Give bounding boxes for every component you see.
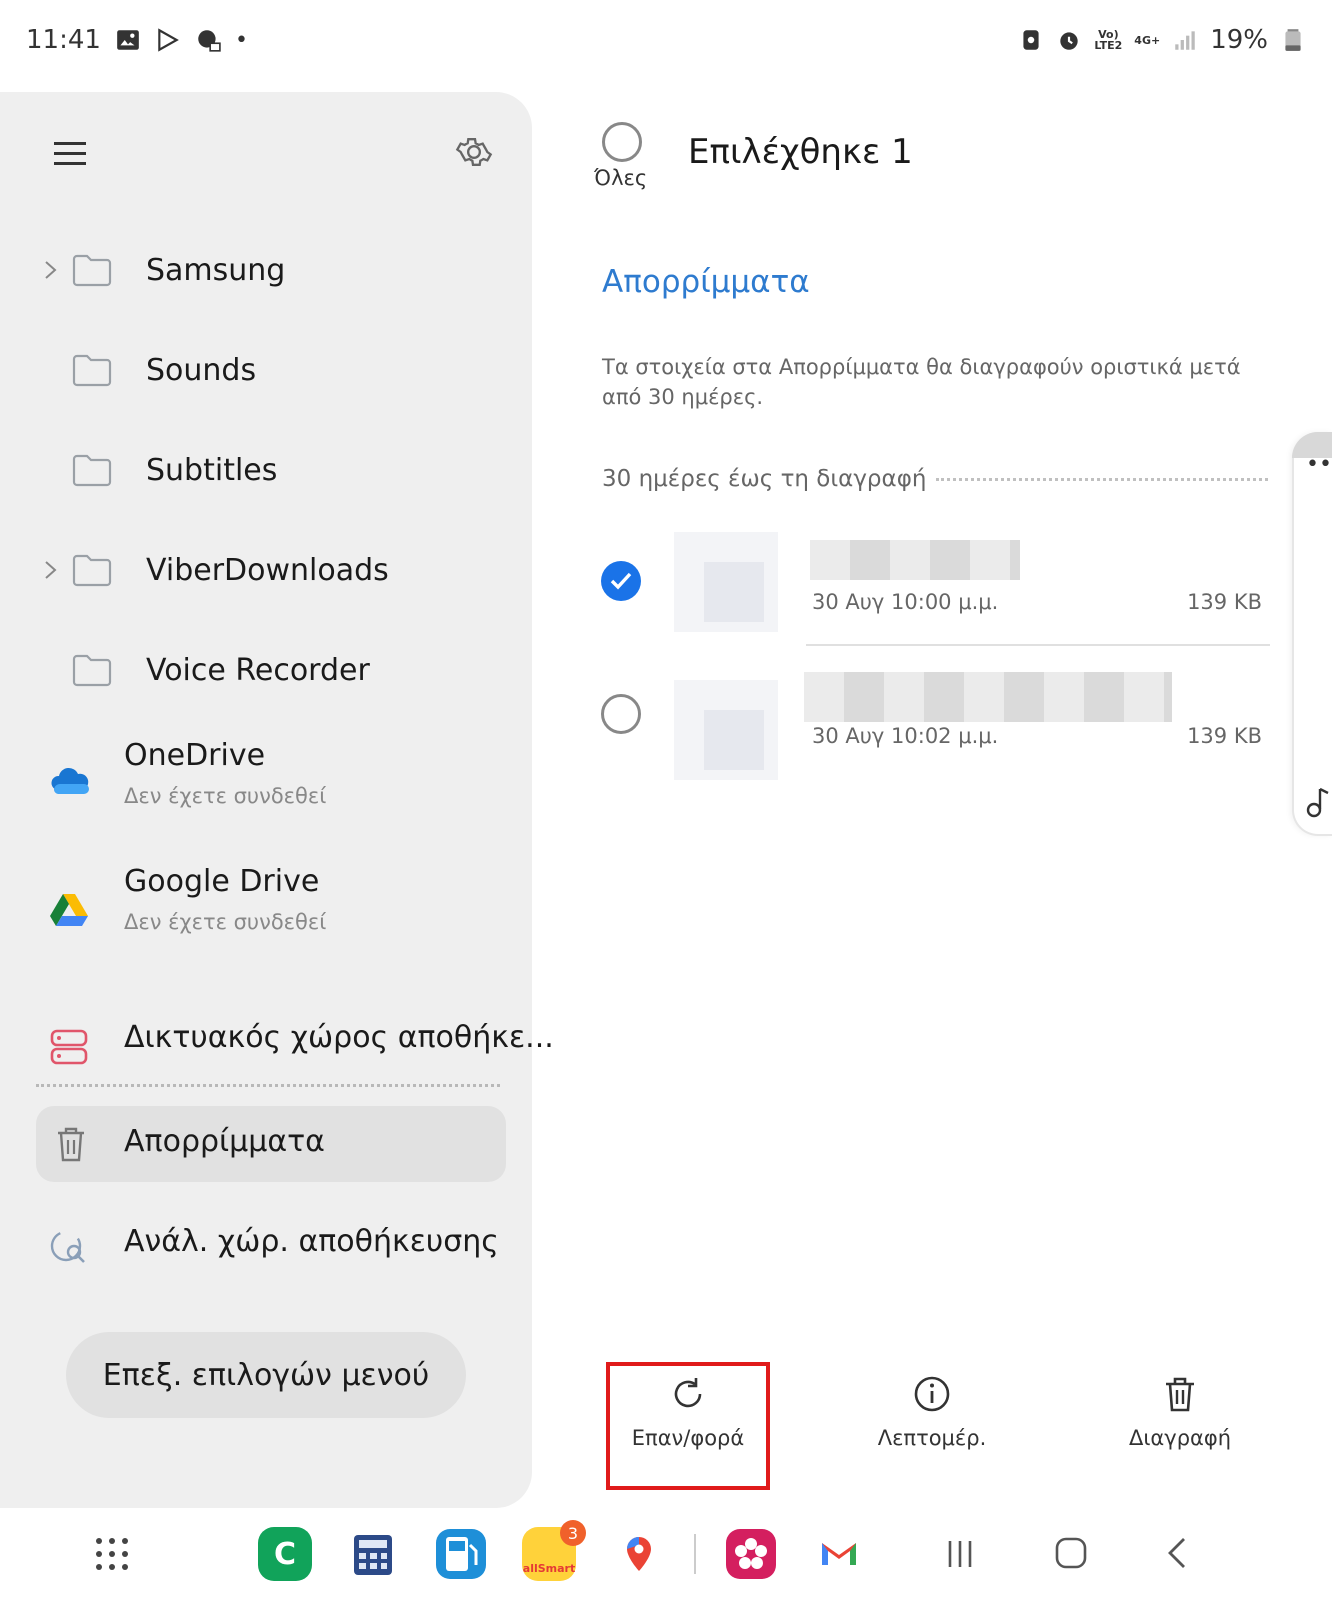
sidebar-item-label: Ανάλ. χώρ. αποθήκευσης (124, 1224, 499, 1259)
dock-app-flower-gallery-icon[interactable] (724, 1527, 778, 1581)
dock-app-c-icon[interactable]: C (258, 1527, 312, 1581)
battery-icon (1285, 29, 1301, 51)
folder-row-voice-recorder[interactable]: Voice Recorder (0, 620, 532, 720)
service-title: Δικτυακός χώρος αποθήκε... (124, 1020, 554, 1055)
edge-panel-handle[interactable] (1292, 432, 1332, 836)
group-heading-divider (936, 478, 1268, 481)
google-drive-icon (50, 894, 88, 926)
sidebar-item-trash[interactable]: Απορρίμματα (36, 1106, 506, 1182)
battery-saver-icon (1023, 30, 1040, 50)
item-checkbox-checked[interactable] (601, 561, 641, 601)
blurred-file-name (804, 672, 1172, 722)
alarm-icon (1060, 32, 1079, 50)
checkmark-icon (610, 572, 632, 590)
folder-icon (72, 554, 112, 587)
item-date: 30 Αυγ 10:02 μ.μ. (812, 724, 999, 748)
folder-label: Samsung (146, 252, 286, 288)
service-subtitle: Δεν έχετε συνδεθεί (124, 910, 327, 934)
folder-icon (72, 654, 112, 687)
status-bar: 11:41 • Vo) LTE2 4G+ 19% (0, 0, 1332, 80)
edit-menu-options-button[interactable]: Επεξ. επιλογών μενού (66, 1332, 466, 1418)
expand-chevron-icon[interactable] (42, 259, 60, 281)
selected-count-title: Επιλέχθηκε 1 (688, 132, 913, 172)
group-heading: 30 ημέρες έως τη διαγραφή (602, 466, 927, 492)
restore-label: Επαν/φορά (631, 1426, 745, 1450)
service-subtitle: Δεν έχετε συνδεθεί (124, 784, 327, 808)
taskbar: C allSmart 3 (0, 1508, 1332, 1600)
dock-app-calculator-icon[interactable] (346, 1527, 400, 1581)
blurred-file-name (810, 540, 1020, 580)
notification-badge: 3 (560, 1520, 586, 1546)
item-divider (806, 644, 1270, 646)
network-generation: 4G+ (1134, 33, 1161, 47)
gallery-notification-icon (117, 30, 139, 50)
item-date: 30 Αυγ 10:00 μ.μ. (812, 590, 999, 614)
item-checkbox-unchecked[interactable] (601, 694, 641, 734)
details-button[interactable]: Λεπτομέρ. (852, 1374, 1012, 1484)
file-thumbnail[interactable] (674, 532, 778, 632)
item-size: 139 KB (1187, 724, 1262, 748)
details-label: Λεπτομέρ. (877, 1426, 987, 1450)
dock-app-maps-icon[interactable] (612, 1527, 666, 1581)
folder-label: ViberDownloads (146, 552, 389, 588)
folder-icon (72, 254, 112, 287)
folder-row-samsung[interactable]: Samsung (0, 220, 532, 320)
folder-icon (72, 454, 112, 487)
section-title: Απορρίμματα (602, 264, 810, 300)
delete-label: Διαγραφή (1128, 1426, 1232, 1450)
expand-chevron-icon[interactable] (42, 559, 60, 581)
folder-label: Voice Recorder (146, 652, 370, 688)
delete-trash-icon (1166, 1377, 1194, 1412)
folder-row-viberdownloads[interactable]: ViberDownloads (0, 520, 532, 620)
folder-label: Sounds (146, 352, 257, 388)
hamburger-menu-icon[interactable] (52, 136, 88, 172)
storage-analysis-icon (50, 1230, 85, 1263)
network-storage-icon (50, 1029, 88, 1065)
delete-button[interactable]: Διαγραφή (1100, 1374, 1260, 1484)
dock-app-gmail-icon[interactable] (812, 1527, 866, 1581)
info-icon (914, 1376, 950, 1412)
file-thumbnail[interactable] (674, 680, 778, 780)
volte-indicator: Vo) LTE2 (1094, 28, 1123, 52)
sidebar-item-onedrive[interactable]: OneDrive Δεν έχετε συνδεθεί (0, 730, 532, 840)
restore-button[interactable]: Επαν/φορά (608, 1374, 768, 1484)
select-all-checkbox[interactable] (602, 122, 642, 162)
app-drawer-grid-icon[interactable] (94, 1536, 130, 1572)
select-all-label: Όλες (594, 166, 648, 190)
trash-icon (58, 1127, 84, 1162)
signal-strength-icon (1175, 31, 1195, 50)
music-note-icon (1306, 787, 1329, 818)
sidebar-item-storage-analysis[interactable]: Ανάλ. χώρ. αποθήκευσης (0, 1194, 532, 1304)
edge-panel-more-icon: •• (1306, 452, 1332, 477)
sidebar-item-google-drive[interactable]: Google Drive Δεν έχετε συνδεθεί (0, 858, 532, 968)
more-notifications-dot-icon: • (234, 27, 248, 53)
status-time: 11:41 (26, 25, 101, 55)
sidebar-divider (36, 1084, 500, 1087)
folder-row-sounds[interactable]: Sounds (0, 320, 532, 420)
dock-divider (694, 1534, 696, 1574)
back-button-icon[interactable] (1164, 1536, 1190, 1570)
settings-gear-icon[interactable] (454, 132, 494, 172)
dock-app-fuel-icon[interactable] (434, 1527, 488, 1581)
trash-retention-note: Τα στοιχεία στα Απορρίμματα θα διαγραφού… (602, 355, 1241, 409)
home-button-icon[interactable] (1054, 1536, 1088, 1570)
service-title: Google Drive (124, 864, 320, 899)
message-notification-icon (198, 30, 221, 52)
restore-icon (674, 1378, 702, 1408)
folder-row-subtitles[interactable]: Subtitles (0, 420, 532, 520)
sidebar-item-label: Απορρίμματα (124, 1124, 325, 1159)
allsmart-label: allSmart (522, 1561, 576, 1575)
item-size: 139 KB (1187, 590, 1262, 614)
folder-icon (72, 354, 112, 387)
battery-percent: 19% (1210, 25, 1268, 55)
play-store-notification-icon (158, 28, 179, 52)
service-title: OneDrive (124, 738, 266, 773)
onedrive-cloud-icon (51, 767, 89, 794)
recent-apps-icon[interactable] (944, 1538, 976, 1570)
folder-label: Subtitles (146, 452, 278, 488)
